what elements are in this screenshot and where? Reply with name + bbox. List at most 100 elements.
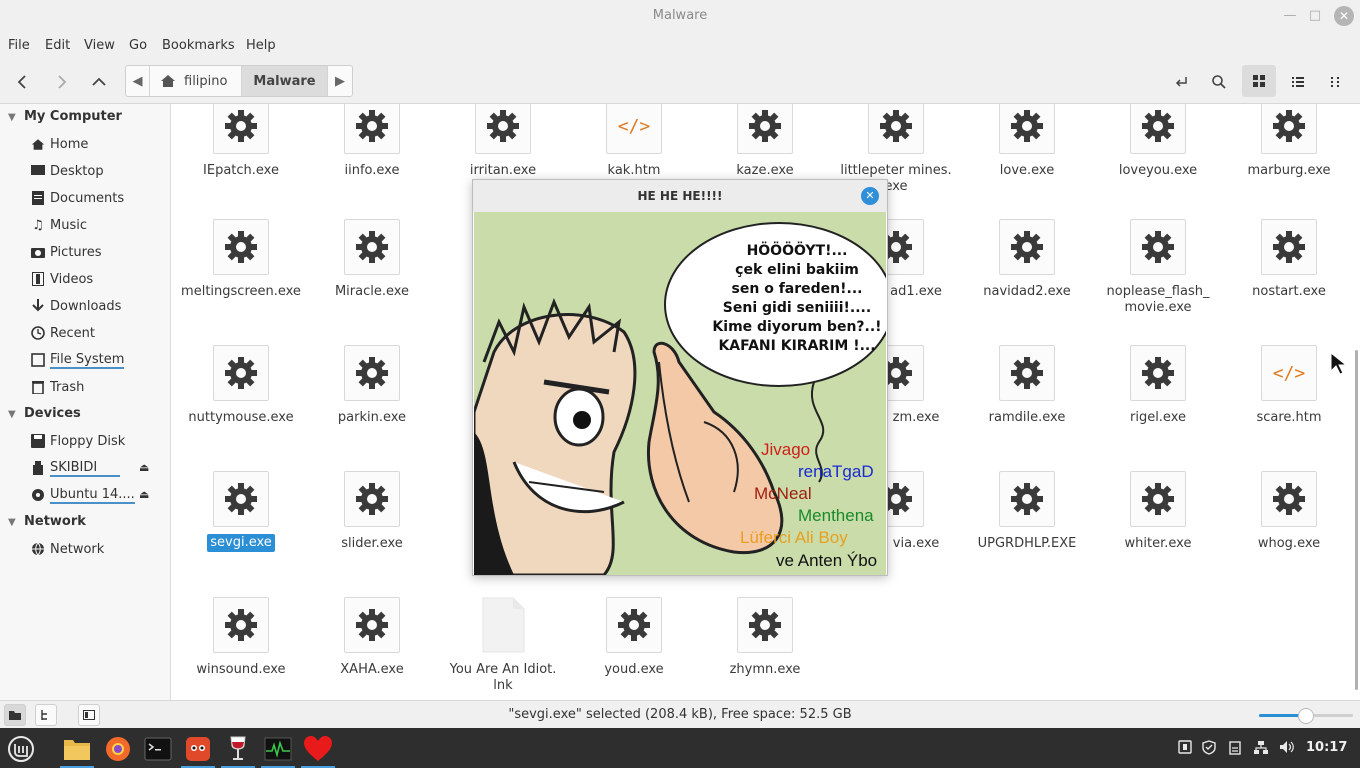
path-right-arrow[interactable]: ▶ bbox=[328, 66, 352, 96]
status-bar: "sevgi.exe" selected (208.4 kB), Free sp… bbox=[0, 700, 1360, 728]
eject-icon[interactable]: ⏏ bbox=[139, 461, 149, 474]
file-item[interactable]: youd.exe bbox=[569, 597, 699, 678]
path-segment-label: Malware bbox=[253, 73, 316, 89]
file-item[interactable]: whog.exe bbox=[1224, 471, 1354, 552]
file-item[interactable]: UPGRDHLP.EXE bbox=[962, 471, 1092, 552]
file-item[interactable]: parkin.exe bbox=[307, 345, 437, 426]
floppy-icon bbox=[30, 433, 46, 449]
gear-icon bbox=[737, 597, 793, 653]
file-item[interactable]: navidad2.exe bbox=[962, 219, 1092, 300]
file-item[interactable]: IEpatch.exe bbox=[176, 104, 306, 179]
file-item[interactable]: slider.exe bbox=[307, 471, 437, 552]
firefox-icon[interactable] bbox=[101, 732, 135, 766]
file-item[interactable]: iinfo.exe bbox=[307, 104, 437, 179]
gear-icon bbox=[737, 104, 793, 154]
file-item[interactable]: nuttymouse.exe bbox=[176, 345, 306, 426]
terminal-icon[interactable] bbox=[141, 732, 175, 766]
file-item[interactable]: zhymn.exe bbox=[700, 597, 830, 678]
sidebar-section-my-computer[interactable]: ▼ My Computer bbox=[8, 109, 122, 124]
path-segment-current[interactable]: Malware bbox=[242, 66, 328, 96]
sidebar-item-ubuntu[interactable]: Ubuntu 14.... bbox=[30, 485, 135, 505]
eject-icon[interactable]: ⏏ bbox=[139, 488, 149, 501]
gear-icon bbox=[344, 345, 400, 401]
toggle-location-icon[interactable] bbox=[1169, 69, 1195, 95]
maximize-button[interactable]: □ bbox=[1305, 6, 1325, 26]
file-item[interactable]: rigel.exe bbox=[1093, 345, 1223, 426]
sidebar-item-recent[interactable]: Recent bbox=[30, 323, 95, 343]
close-button[interactable]: ✕ bbox=[1334, 6, 1354, 26]
file-item[interactable]: kaze.exe bbox=[700, 104, 830, 179]
file-item[interactable]: irritan.exe bbox=[438, 104, 568, 179]
file-item[interactable]: whiter.exe bbox=[1093, 471, 1223, 552]
file-item[interactable]: Miracle.exe bbox=[307, 219, 437, 300]
file-item-selected[interactable]: sevgi.exe bbox=[176, 471, 306, 552]
file-item[interactable]: nostart.exe bbox=[1224, 219, 1354, 300]
files-app-icon[interactable] bbox=[60, 732, 94, 768]
sidebar-item-downloads[interactable]: Downloads bbox=[30, 296, 121, 316]
path-left-arrow[interactable]: ◀ bbox=[126, 66, 150, 96]
file-item[interactable]: meltingscreen.exe bbox=[176, 219, 306, 300]
menu-go[interactable]: Go bbox=[129, 38, 147, 53]
sidebar-item-home[interactable]: Home bbox=[30, 134, 88, 154]
sidebar-item-network[interactable]: Network bbox=[30, 539, 104, 559]
compact-view-button[interactable] bbox=[1324, 69, 1350, 95]
file-item[interactable]: ramdile.exe bbox=[962, 345, 1092, 426]
path-segment-home[interactable]: filipino bbox=[150, 66, 242, 96]
sidebar-item-pictures[interactable]: Pictures bbox=[30, 242, 101, 262]
menu-file[interactable]: File bbox=[8, 38, 30, 53]
wine-icon[interactable] bbox=[221, 732, 255, 768]
menu-edit[interactable]: Edit bbox=[45, 38, 70, 53]
file-item[interactable]: XAHA.exe bbox=[307, 597, 437, 678]
sidebar-item-desktop[interactable]: Desktop bbox=[30, 161, 104, 181]
up-icon[interactable] bbox=[86, 69, 112, 95]
sidebar-item-videos[interactable]: Videos bbox=[30, 269, 93, 289]
taskbar: 10:17 bbox=[0, 728, 1360, 768]
volume-icon[interactable] bbox=[1279, 740, 1295, 757]
sidebar: ▼ My Computer Home Desktop Documents ♫ Mus… bbox=[0, 104, 171, 700]
sidebar-item-music[interactable]: ♫ Music bbox=[30, 215, 87, 235]
file-item[interactable]: loveyou.exe bbox=[1093, 104, 1223, 179]
search-icon[interactable] bbox=[1206, 69, 1232, 95]
gear-icon bbox=[1130, 104, 1186, 154]
file-item[interactable]: noplease_flash_ movie.exe bbox=[1093, 219, 1223, 316]
file-item[interactable]: love.exe bbox=[962, 104, 1092, 179]
gimp-icon[interactable] bbox=[181, 732, 215, 768]
file-item[interactable]: winsound.exe bbox=[176, 597, 306, 678]
menu-bookmarks[interactable]: Bookmarks bbox=[162, 38, 235, 53]
home-icon bbox=[161, 75, 175, 87]
icon-view-button[interactable] bbox=[1242, 65, 1276, 97]
sidebar-item-trash[interactable]: Trash bbox=[30, 377, 84, 397]
gear-icon bbox=[1130, 345, 1186, 401]
zoom-slider-handle[interactable] bbox=[1298, 708, 1314, 724]
forward-icon[interactable] bbox=[48, 69, 74, 95]
notes-icon[interactable] bbox=[1178, 740, 1192, 757]
file-item[interactable]: marburg.exe bbox=[1224, 104, 1354, 179]
file-item[interactable]: You Are An Idiot. lnk bbox=[438, 597, 568, 694]
html-file-icon: </> bbox=[1261, 345, 1317, 401]
clock[interactable]: 10:17 bbox=[1306, 740, 1347, 755]
sidebar-item-floppy-disk[interactable]: Floppy Disk bbox=[30, 431, 125, 451]
heart-icon[interactable] bbox=[301, 732, 335, 768]
sidebar-item-skibidi[interactable]: SKIBIDI bbox=[30, 458, 120, 478]
back-icon[interactable] bbox=[10, 69, 36, 95]
gear-icon bbox=[1261, 471, 1317, 527]
mint-menu-icon[interactable] bbox=[4, 732, 38, 766]
sidebar-item-file-system[interactable]: File System bbox=[30, 350, 125, 370]
menu-help[interactable]: Help bbox=[246, 38, 276, 53]
vertical-scrollbar[interactable] bbox=[1355, 350, 1358, 690]
clipboard-icon[interactable] bbox=[1228, 740, 1242, 758]
zoom-slider[interactable] bbox=[1259, 708, 1353, 724]
list-view-button[interactable] bbox=[1285, 69, 1311, 95]
sidebar-section-network[interactable]: ▼ Network bbox=[8, 514, 86, 529]
file-item[interactable]: </> kak.htm bbox=[569, 104, 699, 179]
shield-icon[interactable] bbox=[1202, 740, 1216, 758]
popup-close-button[interactable]: ✕ bbox=[861, 187, 879, 205]
network-icon[interactable] bbox=[1253, 740, 1269, 758]
cartoon-image: HÖÖÖÖYT!... çek elini bakiim sen o fared… bbox=[474, 212, 886, 575]
minimize-button[interactable]: — bbox=[1280, 6, 1300, 26]
disc-icon bbox=[30, 487, 46, 503]
sidebar-section-devices[interactable]: ▼ Devices bbox=[8, 406, 81, 421]
system-monitor-icon[interactable] bbox=[261, 732, 295, 768]
sidebar-item-documents[interactable]: Documents bbox=[30, 188, 124, 208]
menu-view[interactable]: View bbox=[84, 38, 115, 53]
